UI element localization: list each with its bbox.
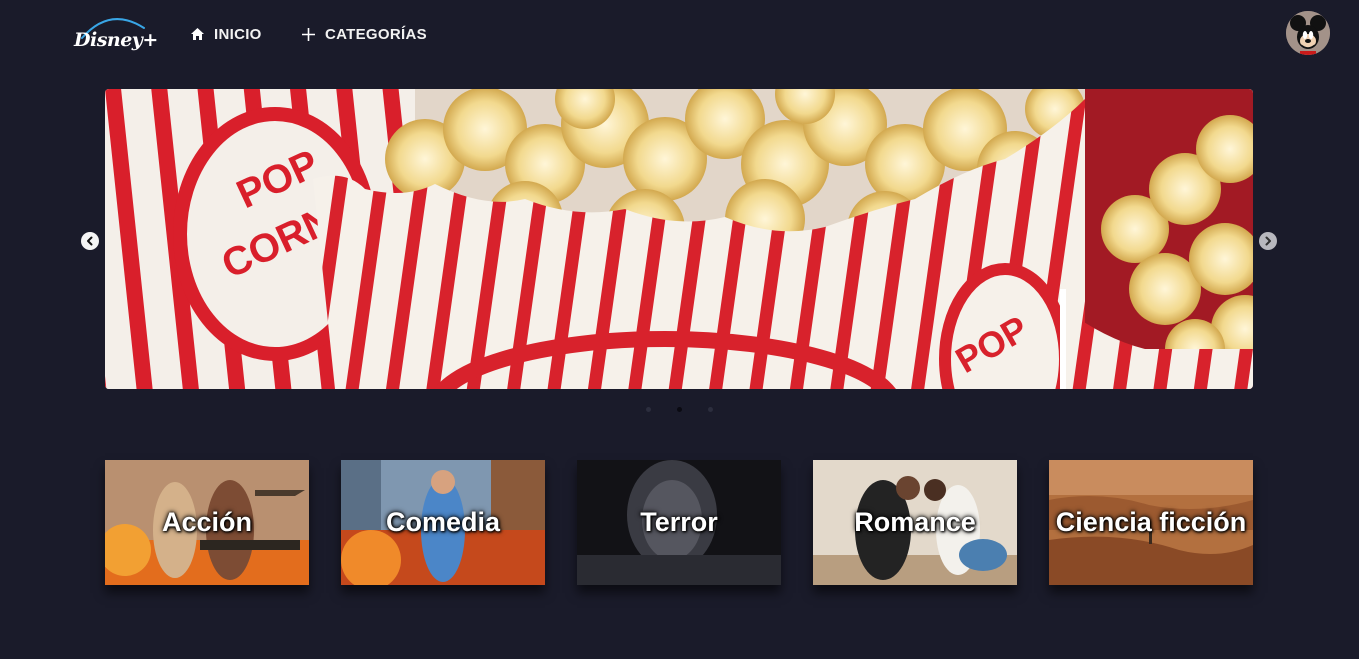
carousel-next-button[interactable] [1259, 232, 1277, 250]
chevron-left-icon [87, 236, 93, 246]
category-label-terror: Terror [640, 507, 718, 537]
home-icon [191, 28, 204, 40]
hero-carousel[interactable]: POP CORN POP [105, 89, 1253, 389]
nav-inicio[interactable]: INICIO [190, 24, 262, 44]
disney-plus-logo[interactable]: Disney+ [72, 12, 158, 56]
category-card-ciencia-ficcion[interactable]: Ciencia ficción [1049, 460, 1253, 585]
category-label-comedia: Comedia [385, 507, 501, 537]
category-card-romance[interactable]: Romance [813, 460, 1017, 585]
logo-text: Disney+ [74, 29, 158, 51]
carousel-dot-2[interactable] [677, 407, 682, 412]
carousel-dots [646, 407, 713, 412]
carousel-prev-button[interactable] [81, 232, 99, 250]
plus-icon [302, 27, 315, 41]
category-card-terror[interactable]: Terror [577, 460, 781, 585]
nav-categorias[interactable]: CATEGORÍAS [301, 24, 427, 44]
top-navbar: Disney+ INICIO CATEGORÍAS [0, 0, 1359, 68]
popcorn-image: POP CORN POP [105, 89, 1253, 389]
chevron-right-icon [1265, 236, 1271, 246]
category-card-comedia[interactable]: Comedia [341, 460, 545, 585]
user-avatar[interactable] [1286, 11, 1330, 55]
carousel-dot-1[interactable] [646, 407, 651, 412]
category-card-accion[interactable]: Acción [105, 460, 309, 585]
mickey-avatar-icon [1286, 11, 1330, 55]
category-label-ciencia-ficcion: Ciencia ficción [1055, 507, 1247, 537]
nav-categorias-label: CATEGORÍAS [325, 25, 427, 43]
category-label-accion: Acción [161, 507, 253, 537]
carousel-dot-3[interactable] [708, 407, 713, 412]
nav-inicio-label: INICIO [214, 25, 262, 43]
category-label-romance: Romance [854, 507, 976, 537]
